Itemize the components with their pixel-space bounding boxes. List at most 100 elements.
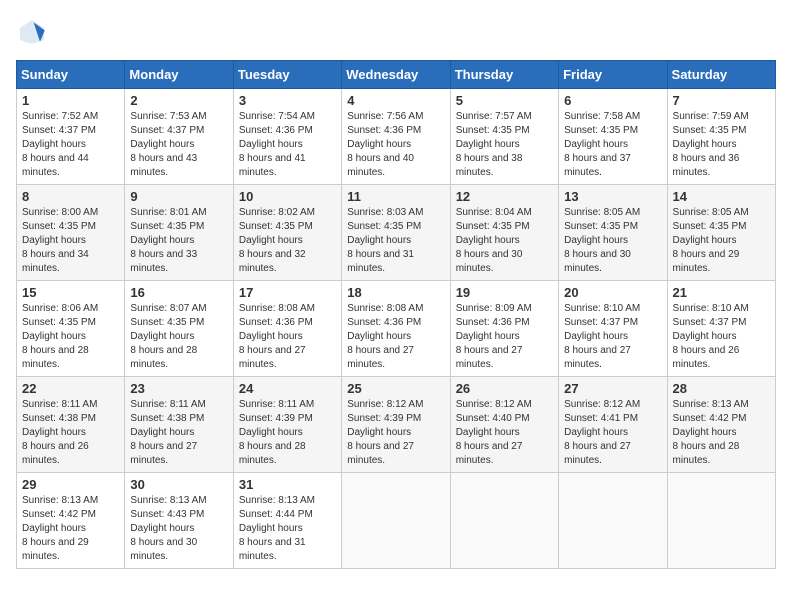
day-number: 10 — [239, 189, 336, 204]
day-number: 5 — [456, 93, 553, 108]
calendar-cell — [342, 473, 450, 569]
day-number: 3 — [239, 93, 336, 108]
calendar-cell: 19 Sunrise: 8:09 AM Sunset: 4:36 PM Dayl… — [450, 281, 558, 377]
day-number: 29 — [22, 477, 119, 492]
day-number: 18 — [347, 285, 444, 300]
calendar-table: SundayMondayTuesdayWednesdayThursdayFrid… — [16, 60, 776, 569]
weekday-header-saturday: Saturday — [667, 61, 775, 89]
calendar-cell: 15 Sunrise: 8:06 AM Sunset: 4:35 PM Dayl… — [17, 281, 125, 377]
day-number: 27 — [564, 381, 661, 396]
day-info: Sunrise: 8:08 AM Sunset: 4:36 PM Dayligh… — [239, 302, 336, 372]
weekday-header-sunday: Sunday — [17, 61, 125, 89]
day-info: Sunrise: 8:02 AM Sunset: 4:35 PM Dayligh… — [239, 206, 336, 276]
day-number: 15 — [22, 285, 119, 300]
day-info: Sunrise: 8:10 AM Sunset: 4:37 PM Dayligh… — [564, 302, 661, 372]
day-number: 22 — [22, 381, 119, 396]
day-info: Sunrise: 7:54 AM Sunset: 4:36 PM Dayligh… — [239, 110, 336, 180]
calendar-cell: 14 Sunrise: 8:05 AM Sunset: 4:35 PM Dayl… — [667, 185, 775, 281]
day-number: 12 — [456, 189, 553, 204]
day-info: Sunrise: 8:13 AM Sunset: 4:42 PM Dayligh… — [22, 494, 119, 564]
day-info: Sunrise: 7:56 AM Sunset: 4:36 PM Dayligh… — [347, 110, 444, 180]
page-container: SundayMondayTuesdayWednesdayThursdayFrid… — [16, 16, 776, 569]
day-info: Sunrise: 8:13 AM Sunset: 4:42 PM Dayligh… — [673, 398, 770, 468]
week-row-5: 29 Sunrise: 8:13 AM Sunset: 4:42 PM Dayl… — [17, 473, 776, 569]
day-number: 26 — [456, 381, 553, 396]
calendar-cell: 20 Sunrise: 8:10 AM Sunset: 4:37 PM Dayl… — [559, 281, 667, 377]
calendar-cell: 26 Sunrise: 8:12 AM Sunset: 4:40 PM Dayl… — [450, 377, 558, 473]
day-number: 30 — [130, 477, 227, 492]
day-info: Sunrise: 8:13 AM Sunset: 4:44 PM Dayligh… — [239, 494, 336, 564]
day-info: Sunrise: 8:10 AM Sunset: 4:37 PM Dayligh… — [673, 302, 770, 372]
calendar-cell: 23 Sunrise: 8:11 AM Sunset: 4:38 PM Dayl… — [125, 377, 233, 473]
weekday-header-friday: Friday — [559, 61, 667, 89]
calendar-cell: 29 Sunrise: 8:13 AM Sunset: 4:42 PM Dayl… — [17, 473, 125, 569]
calendar-cell: 2 Sunrise: 7:53 AM Sunset: 4:37 PM Dayli… — [125, 89, 233, 185]
day-number: 25 — [347, 381, 444, 396]
day-info: Sunrise: 8:11 AM Sunset: 4:39 PM Dayligh… — [239, 398, 336, 468]
calendar-cell: 22 Sunrise: 8:11 AM Sunset: 4:38 PM Dayl… — [17, 377, 125, 473]
calendar-cell: 30 Sunrise: 8:13 AM Sunset: 4:43 PM Dayl… — [125, 473, 233, 569]
week-row-4: 22 Sunrise: 8:11 AM Sunset: 4:38 PM Dayl… — [17, 377, 776, 473]
day-number: 28 — [673, 381, 770, 396]
day-number: 16 — [130, 285, 227, 300]
calendar-cell: 25 Sunrise: 8:12 AM Sunset: 4:39 PM Dayl… — [342, 377, 450, 473]
calendar-cell: 13 Sunrise: 8:05 AM Sunset: 4:35 PM Dayl… — [559, 185, 667, 281]
day-info: Sunrise: 8:13 AM Sunset: 4:43 PM Dayligh… — [130, 494, 227, 564]
day-info: Sunrise: 8:12 AM Sunset: 4:41 PM Dayligh… — [564, 398, 661, 468]
calendar-cell: 24 Sunrise: 8:11 AM Sunset: 4:39 PM Dayl… — [233, 377, 341, 473]
day-number: 4 — [347, 93, 444, 108]
calendar-cell: 9 Sunrise: 8:01 AM Sunset: 4:35 PM Dayli… — [125, 185, 233, 281]
weekday-header-wednesday: Wednesday — [342, 61, 450, 89]
weekday-header-monday: Monday — [125, 61, 233, 89]
calendar-cell: 1 Sunrise: 7:52 AM Sunset: 4:37 PM Dayli… — [17, 89, 125, 185]
day-info: Sunrise: 7:57 AM Sunset: 4:35 PM Dayligh… — [456, 110, 553, 180]
calendar-cell: 11 Sunrise: 8:03 AM Sunset: 4:35 PM Dayl… — [342, 185, 450, 281]
day-info: Sunrise: 8:11 AM Sunset: 4:38 PM Dayligh… — [22, 398, 119, 468]
day-number: 1 — [22, 93, 119, 108]
week-row-3: 15 Sunrise: 8:06 AM Sunset: 4:35 PM Dayl… — [17, 281, 776, 377]
day-info: Sunrise: 8:01 AM Sunset: 4:35 PM Dayligh… — [130, 206, 227, 276]
day-number: 20 — [564, 285, 661, 300]
day-number: 19 — [456, 285, 553, 300]
calendar-cell: 21 Sunrise: 8:10 AM Sunset: 4:37 PM Dayl… — [667, 281, 775, 377]
day-number: 9 — [130, 189, 227, 204]
day-info: Sunrise: 7:53 AM Sunset: 4:37 PM Dayligh… — [130, 110, 227, 180]
day-number: 23 — [130, 381, 227, 396]
day-info: Sunrise: 8:06 AM Sunset: 4:35 PM Dayligh… — [22, 302, 119, 372]
day-number: 13 — [564, 189, 661, 204]
weekday-header-row: SundayMondayTuesdayWednesdayThursdayFrid… — [17, 61, 776, 89]
calendar-cell: 31 Sunrise: 8:13 AM Sunset: 4:44 PM Dayl… — [233, 473, 341, 569]
day-number: 31 — [239, 477, 336, 492]
week-row-2: 8 Sunrise: 8:00 AM Sunset: 4:35 PM Dayli… — [17, 185, 776, 281]
day-number: 2 — [130, 93, 227, 108]
day-info: Sunrise: 8:08 AM Sunset: 4:36 PM Dayligh… — [347, 302, 444, 372]
calendar-cell: 8 Sunrise: 8:00 AM Sunset: 4:35 PM Dayli… — [17, 185, 125, 281]
day-number: 24 — [239, 381, 336, 396]
calendar-cell: 28 Sunrise: 8:13 AM Sunset: 4:42 PM Dayl… — [667, 377, 775, 473]
header — [16, 16, 776, 48]
calendar-cell: 17 Sunrise: 8:08 AM Sunset: 4:36 PM Dayl… — [233, 281, 341, 377]
weekday-header-thursday: Thursday — [450, 61, 558, 89]
calendar-cell — [450, 473, 558, 569]
calendar-cell — [559, 473, 667, 569]
day-info: Sunrise: 7:52 AM Sunset: 4:37 PM Dayligh… — [22, 110, 119, 180]
logo — [16, 16, 52, 48]
day-info: Sunrise: 7:59 AM Sunset: 4:35 PM Dayligh… — [673, 110, 770, 180]
day-info: Sunrise: 8:00 AM Sunset: 4:35 PM Dayligh… — [22, 206, 119, 276]
day-number: 11 — [347, 189, 444, 204]
week-row-1: 1 Sunrise: 7:52 AM Sunset: 4:37 PM Dayli… — [17, 89, 776, 185]
logo-icon — [16, 16, 48, 48]
calendar-cell — [667, 473, 775, 569]
calendar-cell: 27 Sunrise: 8:12 AM Sunset: 4:41 PM Dayl… — [559, 377, 667, 473]
calendar-cell: 6 Sunrise: 7:58 AM Sunset: 4:35 PM Dayli… — [559, 89, 667, 185]
day-info: Sunrise: 8:09 AM Sunset: 4:36 PM Dayligh… — [456, 302, 553, 372]
calendar-cell: 18 Sunrise: 8:08 AM Sunset: 4:36 PM Dayl… — [342, 281, 450, 377]
day-number: 21 — [673, 285, 770, 300]
calendar-cell: 4 Sunrise: 7:56 AM Sunset: 4:36 PM Dayli… — [342, 89, 450, 185]
calendar-cell: 3 Sunrise: 7:54 AM Sunset: 4:36 PM Dayli… — [233, 89, 341, 185]
day-info: Sunrise: 8:12 AM Sunset: 4:40 PM Dayligh… — [456, 398, 553, 468]
calendar-cell: 16 Sunrise: 8:07 AM Sunset: 4:35 PM Dayl… — [125, 281, 233, 377]
day-info: Sunrise: 8:03 AM Sunset: 4:35 PM Dayligh… — [347, 206, 444, 276]
day-info: Sunrise: 8:05 AM Sunset: 4:35 PM Dayligh… — [673, 206, 770, 276]
day-info: Sunrise: 8:04 AM Sunset: 4:35 PM Dayligh… — [456, 206, 553, 276]
